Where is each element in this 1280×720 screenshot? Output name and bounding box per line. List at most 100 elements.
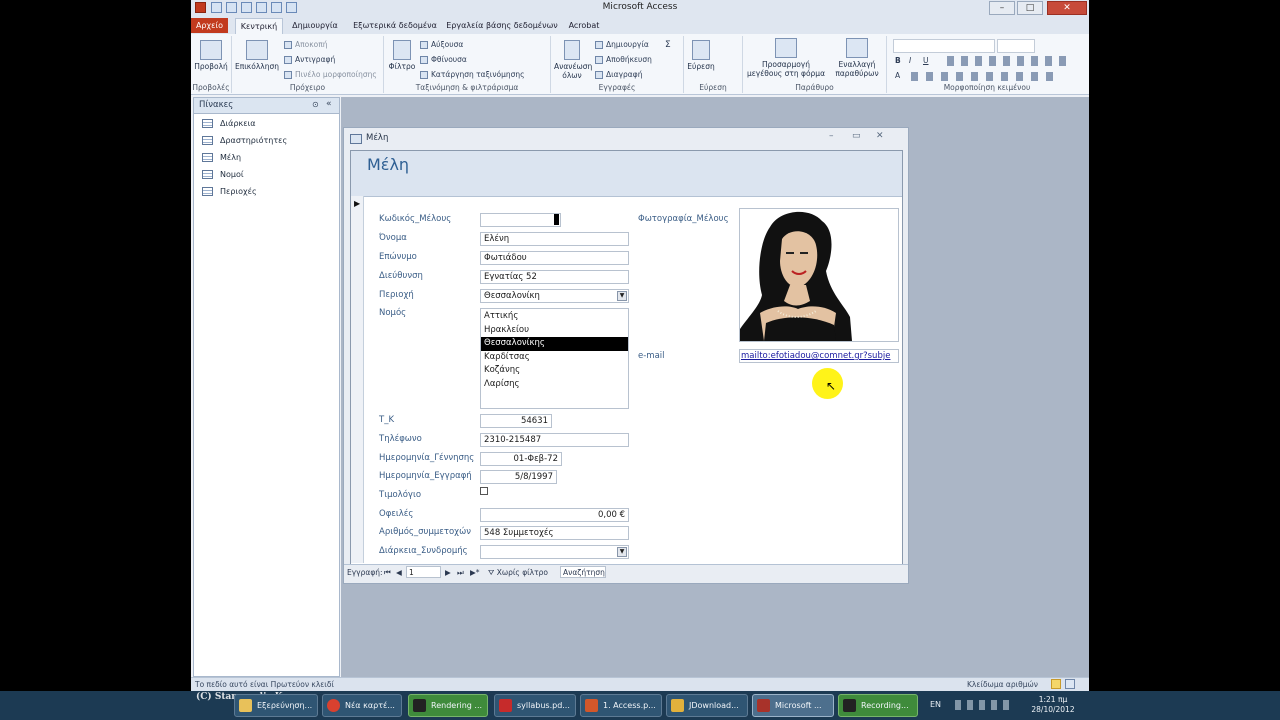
- first-name-field[interactable]: Ελένη: [480, 232, 629, 246]
- list-item-selected[interactable]: Θεσσαλονίκης: [481, 337, 628, 351]
- taskbar-explorer[interactable]: Εξερεύνηση...: [234, 694, 318, 717]
- nav-item-table[interactable]: Δραστηριότητες: [202, 133, 287, 148]
- prefecture-listbox[interactable]: Αττικής Ηρακλείου Θεσσαλονίκης Καρδίτσας…: [480, 308, 629, 409]
- fit-to-form-button[interactable]: Προσαρμογή μεγέθους στη φόρμα: [745, 38, 827, 78]
- font-color-button[interactable]: A: [895, 71, 900, 80]
- sort-ascending-button[interactable]: Αύξουσα: [420, 40, 463, 49]
- no-filter-label: Χωρίς φίλτρο: [496, 568, 548, 577]
- taskbar-jdownloader[interactable]: JDownload...: [666, 694, 748, 717]
- invoice-checkbox[interactable]: [480, 487, 488, 495]
- taskbar-powerpoint[interactable]: 1. Access.p...: [580, 694, 662, 717]
- new-record-icon: [595, 41, 603, 49]
- format-painter-button[interactable]: Πινέλο μορφοποίησης: [284, 70, 377, 79]
- phone-field[interactable]: 2310-215487: [480, 433, 629, 447]
- underline-button[interactable]: U: [923, 56, 929, 65]
- form-close-button[interactable]: ✕: [876, 131, 884, 141]
- find-button[interactable]: Εύρεση: [686, 40, 716, 71]
- nav-item-table[interactable]: Νομοί: [202, 167, 244, 182]
- email-hyperlink-field[interactable]: mailto:efotiadou@comnet.gr?subje: [739, 349, 899, 363]
- italic-button[interactable]: I: [909, 56, 911, 65]
- funnel-icon: [393, 40, 411, 60]
- chevron-down-icon[interactable]: ▼: [617, 291, 627, 301]
- next-record-button[interactable]: ▶: [445, 567, 451, 579]
- collapse-pane-icon[interactable]: «: [326, 99, 332, 109]
- taskbar-recording[interactable]: Recording...: [838, 694, 918, 717]
- status-text: Το πεδίο αυτό είναι Πρωτεύον κλειδί: [195, 680, 334, 689]
- first-record-button[interactable]: ⏮: [384, 567, 391, 579]
- form-minimize-button[interactable]: –: [829, 131, 834, 141]
- nav-item-table[interactable]: Διάρκεια: [202, 116, 256, 131]
- nav-dropdown-icon[interactable]: ⊙: [312, 100, 319, 109]
- debt-field[interactable]: 0,00 €: [480, 508, 629, 522]
- form-view-icon[interactable]: [1051, 679, 1061, 689]
- last-record-button[interactable]: ⏭: [457, 567, 464, 579]
- form-restore-button[interactable]: ▭: [852, 131, 861, 141]
- no-filter-button[interactable]: ⛛ Χωρίς φίλτρο: [488, 567, 548, 579]
- current-record-field[interactable]: 1: [406, 566, 441, 578]
- copy-button[interactable]: Αντιγραφή: [284, 55, 335, 64]
- switch-windows-button[interactable]: Εναλλαγή παραθύρων: [831, 38, 883, 78]
- participations-field[interactable]: 548 Συμμετοχές: [480, 526, 629, 540]
- language-indicator[interactable]: EN: [930, 700, 941, 709]
- previous-record-button[interactable]: ◀: [396, 567, 402, 579]
- nav-item-table[interactable]: Περιοχές: [202, 184, 257, 199]
- refresh-all-button[interactable]: Ανανέωση όλων: [554, 40, 592, 80]
- layout-view-icon[interactable]: [1065, 679, 1075, 689]
- paragraph-toolbar[interactable]: [911, 72, 1061, 81]
- taskbar-chrome[interactable]: Νέα καρτέ...: [322, 694, 402, 717]
- area-combo[interactable]: Θεσσαλονίκη ▼: [480, 289, 629, 303]
- address-field[interactable]: Εγνατίας 52: [480, 270, 629, 284]
- remove-sort-button[interactable]: Κατάργηση ταξινόμησης: [420, 70, 525, 79]
- postal-code-field[interactable]: 54631: [480, 414, 552, 428]
- label-postal-code: Τ_Κ: [379, 415, 395, 425]
- member-photo[interactable]: [739, 208, 899, 342]
- minimize-button[interactable]: –: [989, 1, 1015, 15]
- font-size-combo[interactable]: [997, 39, 1035, 53]
- taskbar-rendering[interactable]: Rendering ...: [408, 694, 488, 717]
- tab-database-tools[interactable]: Εργαλεία βάσης δεδομένων: [446, 18, 558, 33]
- close-button[interactable]: ✕: [1047, 1, 1087, 15]
- nav-item-table[interactable]: Μέλη: [202, 150, 241, 165]
- group-label-records: Εγγραφές: [598, 83, 636, 92]
- tab-create[interactable]: Δημιουργία: [287, 18, 343, 33]
- taskbar-pdf[interactable]: syllabus.pd...: [494, 694, 576, 717]
- delete-record-button[interactable]: Διαγραφή: [595, 70, 642, 79]
- duration-combo[interactable]: ▼: [480, 545, 629, 559]
- new-record-nav-button[interactable]: ▶*: [470, 567, 480, 579]
- tab-file[interactable]: Αρχείο: [191, 18, 228, 33]
- alignment-toolbar[interactable]: [947, 56, 1067, 66]
- cut-button[interactable]: Αποκοπή: [284, 40, 328, 49]
- list-item[interactable]: Ηρακλείου: [481, 324, 628, 338]
- search-input[interactable]: Αναζήτηση: [560, 566, 606, 578]
- paste-button[interactable]: Επικόλληση: [235, 40, 279, 71]
- birth-date-field[interactable]: 01-Φεβ-72: [480, 452, 562, 466]
- list-item[interactable]: Κοζάνης: [481, 364, 628, 378]
- tab-acrobat[interactable]: Acrobat: [563, 18, 605, 33]
- sort-descending-button[interactable]: Φθίνουσα: [420, 55, 467, 64]
- table-icon: [202, 170, 213, 179]
- list-item[interactable]: Καρδίτσας: [481, 351, 628, 365]
- view-button[interactable]: Προβολή: [193, 40, 229, 71]
- tray-icons[interactable]: [955, 700, 1015, 710]
- bold-button[interactable]: B: [895, 56, 901, 65]
- filter-button[interactable]: Φίλτρο: [387, 40, 417, 71]
- list-item[interactable]: Λαρίσης: [481, 378, 628, 392]
- member-id-field[interactable]: [480, 213, 561, 227]
- maximize-button[interactable]: □: [1017, 1, 1043, 15]
- registration-date-field[interactable]: 5/8/1997: [480, 470, 557, 484]
- refresh-icon: [564, 40, 580, 60]
- font-name-combo[interactable]: [893, 39, 995, 53]
- taskbar-access[interactable]: Microsoft ...: [752, 694, 834, 717]
- clock[interactable]: 1:21 πμ 28/10/2012: [1026, 695, 1080, 715]
- tab-external-data[interactable]: Εξωτερικά δεδομένα: [351, 18, 439, 33]
- new-record-button[interactable]: Δημιουργία: [595, 40, 649, 49]
- nav-header[interactable]: Πίνακες ⊙ «: [194, 98, 339, 114]
- totals-button[interactable]: Σ: [665, 40, 671, 50]
- record-selector[interactable]: ▶: [351, 196, 364, 563]
- list-item[interactable]: Αττικής: [481, 310, 628, 324]
- navigation-pane: Πίνακες ⊙ « Διάρκεια Δραστηριότητες Μέλη…: [193, 97, 340, 677]
- last-name-field[interactable]: Φωτιάδου: [480, 251, 629, 265]
- save-record-button[interactable]: Αποθήκευση: [595, 55, 652, 64]
- chevron-down-icon[interactable]: ▼: [617, 547, 627, 557]
- tab-home[interactable]: Κεντρική: [235, 18, 283, 34]
